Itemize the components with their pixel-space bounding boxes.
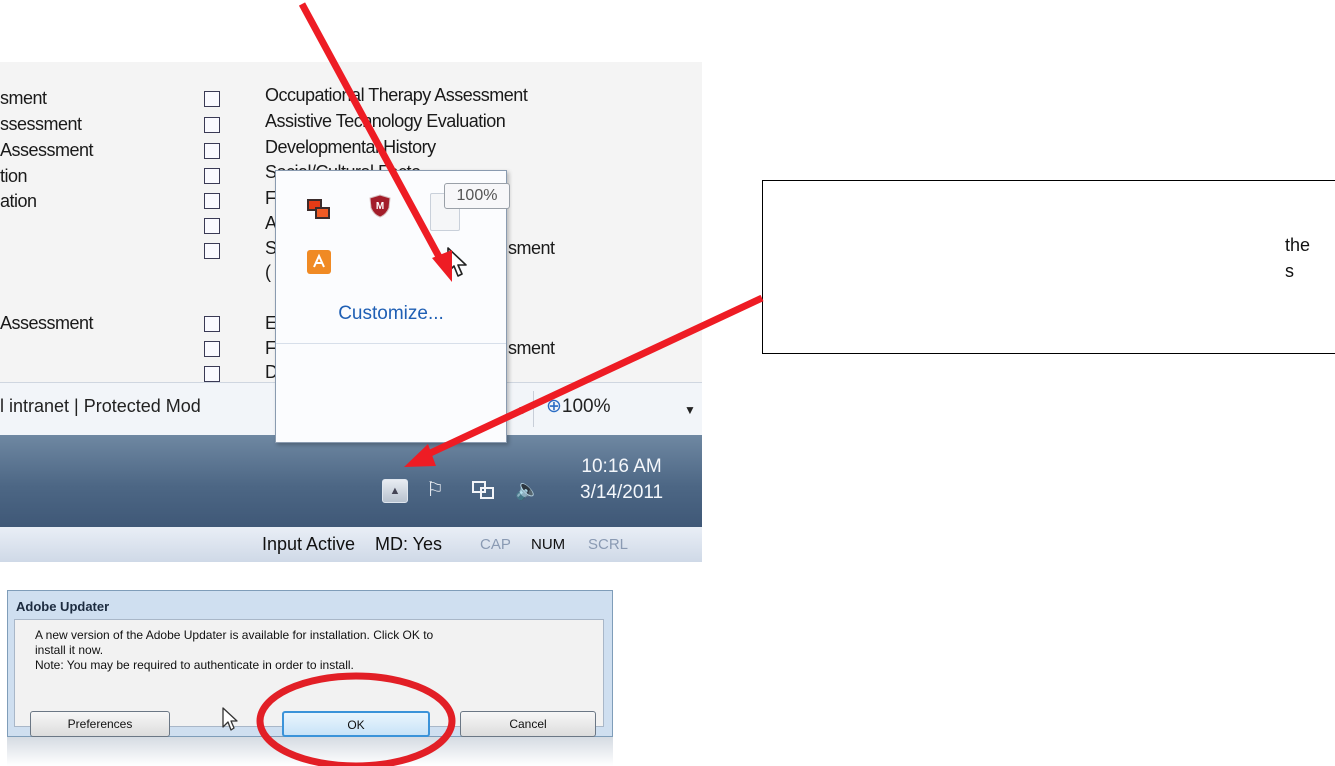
arrow-line <box>298 2 448 268</box>
highlight-circle <box>256 672 456 766</box>
arrow-line <box>422 294 764 460</box>
annotation-overlay <box>256 2 764 766</box>
arrow-head-icon <box>404 444 436 467</box>
